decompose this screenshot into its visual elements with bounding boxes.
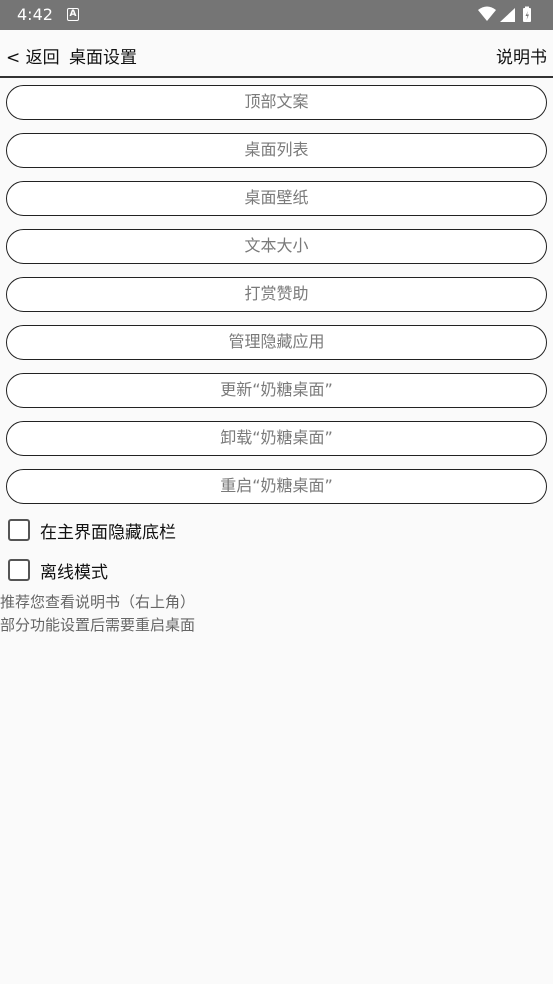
update-launcher-button[interactable]: 更新“奶糖桌面”: [6, 373, 547, 408]
top-text-button[interactable]: 顶部文案: [6, 85, 547, 120]
status-icons: [477, 6, 539, 24]
offline-mode-option: 离线模式: [8, 558, 108, 583]
page-title: 桌面设置: [69, 48, 137, 68]
hide-bottom-bar-checkbox[interactable]: [8, 519, 30, 541]
hide-bottom-bar-option: 在主界面隐藏底栏: [8, 518, 176, 543]
help-manual-button[interactable]: 说明书: [496, 43, 547, 68]
offline-mode-label: 离线模式: [40, 562, 108, 583]
toolbar: < 返回 桌面设置 说明书: [0, 30, 553, 78]
desktop-list-button[interactable]: 桌面列表: [6, 133, 547, 168]
back-button[interactable]: < 返回: [6, 43, 60, 68]
restart-launcher-button[interactable]: 重启“奶糖桌面”: [6, 469, 547, 504]
offline-mode-checkbox[interactable]: [8, 559, 30, 581]
status-bar: 4:42 A: [0, 0, 553, 30]
status-time: 4:42: [17, 5, 53, 24]
notification-a-icon: A: [67, 8, 79, 21]
manage-hidden-apps-button[interactable]: 管理隐藏应用: [6, 325, 547, 360]
wifi-icon: [478, 6, 496, 21]
wallpaper-button[interactable]: 桌面壁纸: [6, 181, 547, 216]
note-line-1: 推荐您查看说明书（右上角）: [0, 593, 196, 611]
hide-bottom-bar-label: 在主界面隐藏底栏: [40, 522, 176, 543]
donate-button[interactable]: 打赏赞助: [6, 277, 547, 312]
signal-icon: [500, 8, 515, 22]
text-size-button[interactable]: 文本大小: [6, 229, 547, 264]
uninstall-launcher-button[interactable]: 卸载“奶糖桌面”: [6, 421, 547, 456]
note-line-2: 部分功能设置后需要重启桌面: [0, 616, 196, 634]
status-icons-svg: [478, 6, 531, 22]
settings-menu: 顶部文案 桌面列表 桌面壁纸 文本大小 打赏赞助 管理隐藏应用 更新“奶糖桌面”…: [6, 85, 547, 517]
